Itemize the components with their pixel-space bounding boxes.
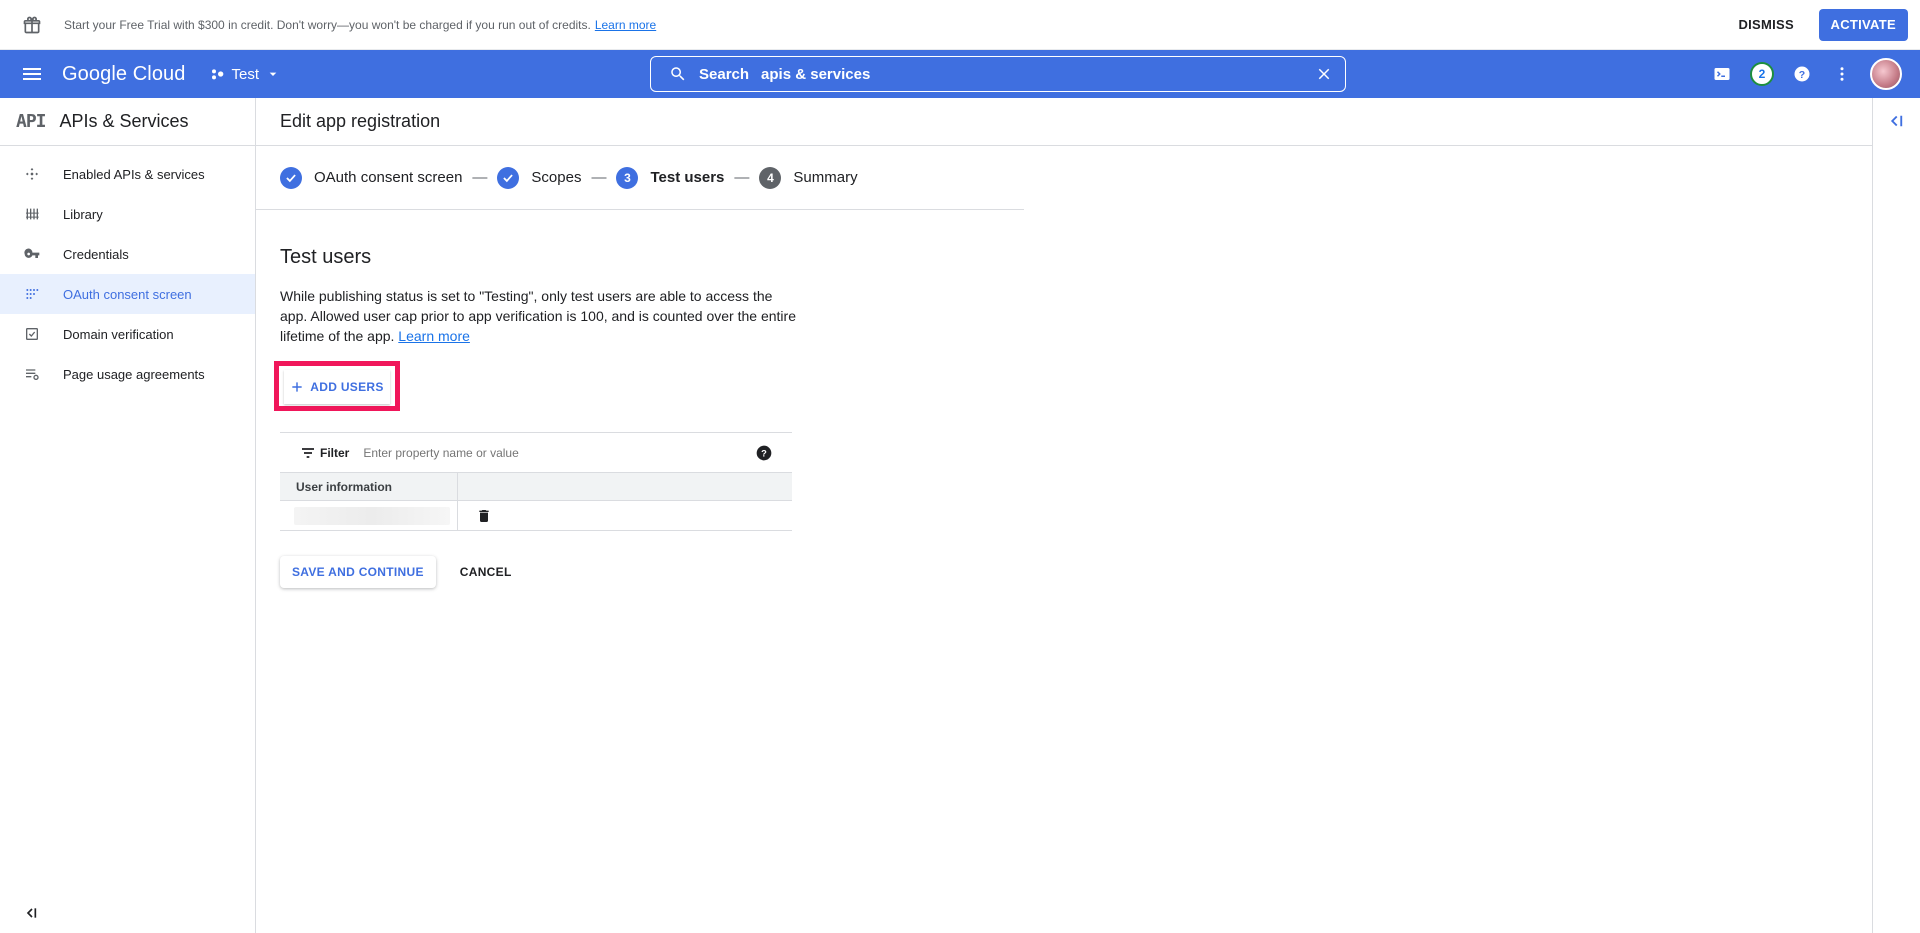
step-separator: — <box>591 169 607 186</box>
sidebar-nav: Enabled APIs & services Library Credenti… <box>0 154 255 394</box>
actions-cell <box>458 501 492 530</box>
column-header-user-information[interactable]: User information <box>280 473 458 500</box>
step-label: Test users <box>650 169 725 186</box>
sidebar-item-label: Page usage agreements <box>63 366 205 382</box>
search-input[interactable]: apis & services <box>761 66 870 83</box>
learn-more-link[interactable]: Learn more <box>398 328 470 344</box>
chevron-down-icon <box>269 72 277 76</box>
collapse-sidebar-icon[interactable] <box>22 905 38 921</box>
trial-learn-more-link[interactable]: Learn more <box>595 18 656 32</box>
cloud-shell-button[interactable] <box>1710 62 1734 86</box>
step-summary[interactable]: 4 Summary <box>759 166 858 189</box>
sidebar-item-oauth-consent-screen[interactable]: OAuth consent screen <box>0 274 255 314</box>
step-separator: — <box>734 169 750 186</box>
dismiss-button[interactable]: DISMISS <box>1726 10 1806 40</box>
add-users-highlight: ADD USERS <box>274 361 400 411</box>
expand-panel-icon[interactable] <box>1887 112 1905 130</box>
apis-icon <box>26 168 38 180</box>
step-number: 3 <box>616 166 639 189</box>
sidebar-item-label: Credentials <box>63 246 129 262</box>
sidebar-item-domain-verification[interactable]: Domain verification <box>0 314 255 354</box>
section-title: Test users <box>280 246 372 268</box>
search-bar[interactable]: Search apis & services <box>650 56 1346 92</box>
project-name: Test <box>231 65 260 83</box>
svg-text:?: ? <box>1799 69 1805 81</box>
sidebar-item-enabled-apis[interactable]: Enabled APIs & services <box>0 154 255 194</box>
cancel-button[interactable]: CANCEL <box>460 556 512 588</box>
right-panel-rail <box>1872 98 1920 933</box>
gift-icon <box>23 16 41 33</box>
svg-text:?: ? <box>761 448 767 458</box>
step-label: Summary <box>793 169 858 186</box>
more-vert-icon <box>1840 67 1844 81</box>
settings-list-icon <box>26 369 39 380</box>
project-icon <box>211 69 223 80</box>
delete-icon[interactable] <box>476 508 492 524</box>
table-header-row: User information <box>280 473 792 501</box>
sidebar-item-label: Domain verification <box>63 326 174 342</box>
stepper: OAuth consent screen — Scopes — 3 Test u… <box>256 146 1024 210</box>
search-label: Search <box>699 65 750 83</box>
key-icon <box>24 248 40 258</box>
consent-icon <box>26 289 39 299</box>
step-label: OAuth consent screen <box>314 169 463 186</box>
redacted-user-email <box>294 506 450 525</box>
clear-search-icon[interactable] <box>1315 65 1333 83</box>
sidebar-title: APIs & Services <box>59 111 189 131</box>
sidebar-item-label: Enabled APIs & services <box>63 166 205 182</box>
project-picker[interactable]: Test <box>210 66 282 83</box>
api-logo-icon: API <box>16 111 46 132</box>
more-options-button[interactable] <box>1830 62 1854 86</box>
filter-label: Filter <box>320 445 350 460</box>
save-and-continue-button[interactable]: SAVE AND CONTINUE <box>280 556 436 588</box>
checkbox-icon <box>26 328 38 340</box>
check-circle-icon <box>280 166 302 189</box>
step-test-users[interactable]: 3 Test users <box>616 166 725 189</box>
filter-icon <box>302 447 314 458</box>
page-header: Edit app registration <box>256 98 1872 146</box>
sidebar: API APIs & Services Enabled APIs & servi… <box>0 98 256 933</box>
sidebar-item-library[interactable]: Library <box>0 194 255 234</box>
filter-input[interactable] <box>363 445 724 460</box>
main-content: Edit app registration OAuth consent scre… <box>256 98 1872 933</box>
step-number: 4 <box>759 166 782 189</box>
terminal-icon <box>1714 68 1730 80</box>
free-trial-banner: Start your Free Trial with $300 in credi… <box>0 0 1920 50</box>
filter-bar: Filter ? <box>280 433 792 473</box>
plus-icon <box>292 382 302 392</box>
trial-message: Start your Free Trial with $300 in credi… <box>64 17 657 32</box>
help-button[interactable]: ? <box>1790 62 1814 86</box>
help-icon: ? <box>1794 66 1810 82</box>
notifications-badge[interactable]: 2 <box>1750 62 1774 86</box>
step-label: Scopes <box>531 169 582 186</box>
avatar[interactable] <box>1870 58 1902 90</box>
activate-button[interactable]: ACTIVATE <box>1818 9 1908 41</box>
form-actions: SAVE AND CONTINUE CANCEL <box>280 556 512 588</box>
step-scopes[interactable]: Scopes <box>497 166 582 189</box>
sidebar-item-page-usage-agreements[interactable]: Page usage agreements <box>0 354 255 394</box>
library-icon <box>26 208 39 220</box>
step-oauth-consent-screen[interactable]: OAuth consent screen <box>280 166 463 189</box>
sidebar-header: API APIs & Services <box>0 98 255 146</box>
page-title: Edit app registration <box>280 111 441 131</box>
help-icon[interactable]: ? <box>756 445 772 461</box>
user-cell <box>280 501 458 530</box>
sidebar-item-credentials[interactable]: Credentials <box>0 234 255 274</box>
test-users-table: Filter ? User information <box>280 432 792 531</box>
sidebar-item-label: Library <box>63 206 103 222</box>
add-users-button[interactable]: ADD USERS <box>284 370 390 404</box>
search-icon <box>671 67 685 81</box>
hamburger-menu-icon[interactable] <box>20 62 44 86</box>
test-users-description: While publishing status is set to "Testi… <box>280 288 796 344</box>
table-row <box>280 501 792 531</box>
check-circle-icon <box>497 166 520 189</box>
google-cloud-logo[interactable]: Google Cloud <box>62 63 186 86</box>
sidebar-item-label: OAuth consent screen <box>63 286 192 302</box>
top-app-bar: Google Cloud Test Search apis & services… <box>0 50 1920 98</box>
step-separator: — <box>472 169 488 186</box>
